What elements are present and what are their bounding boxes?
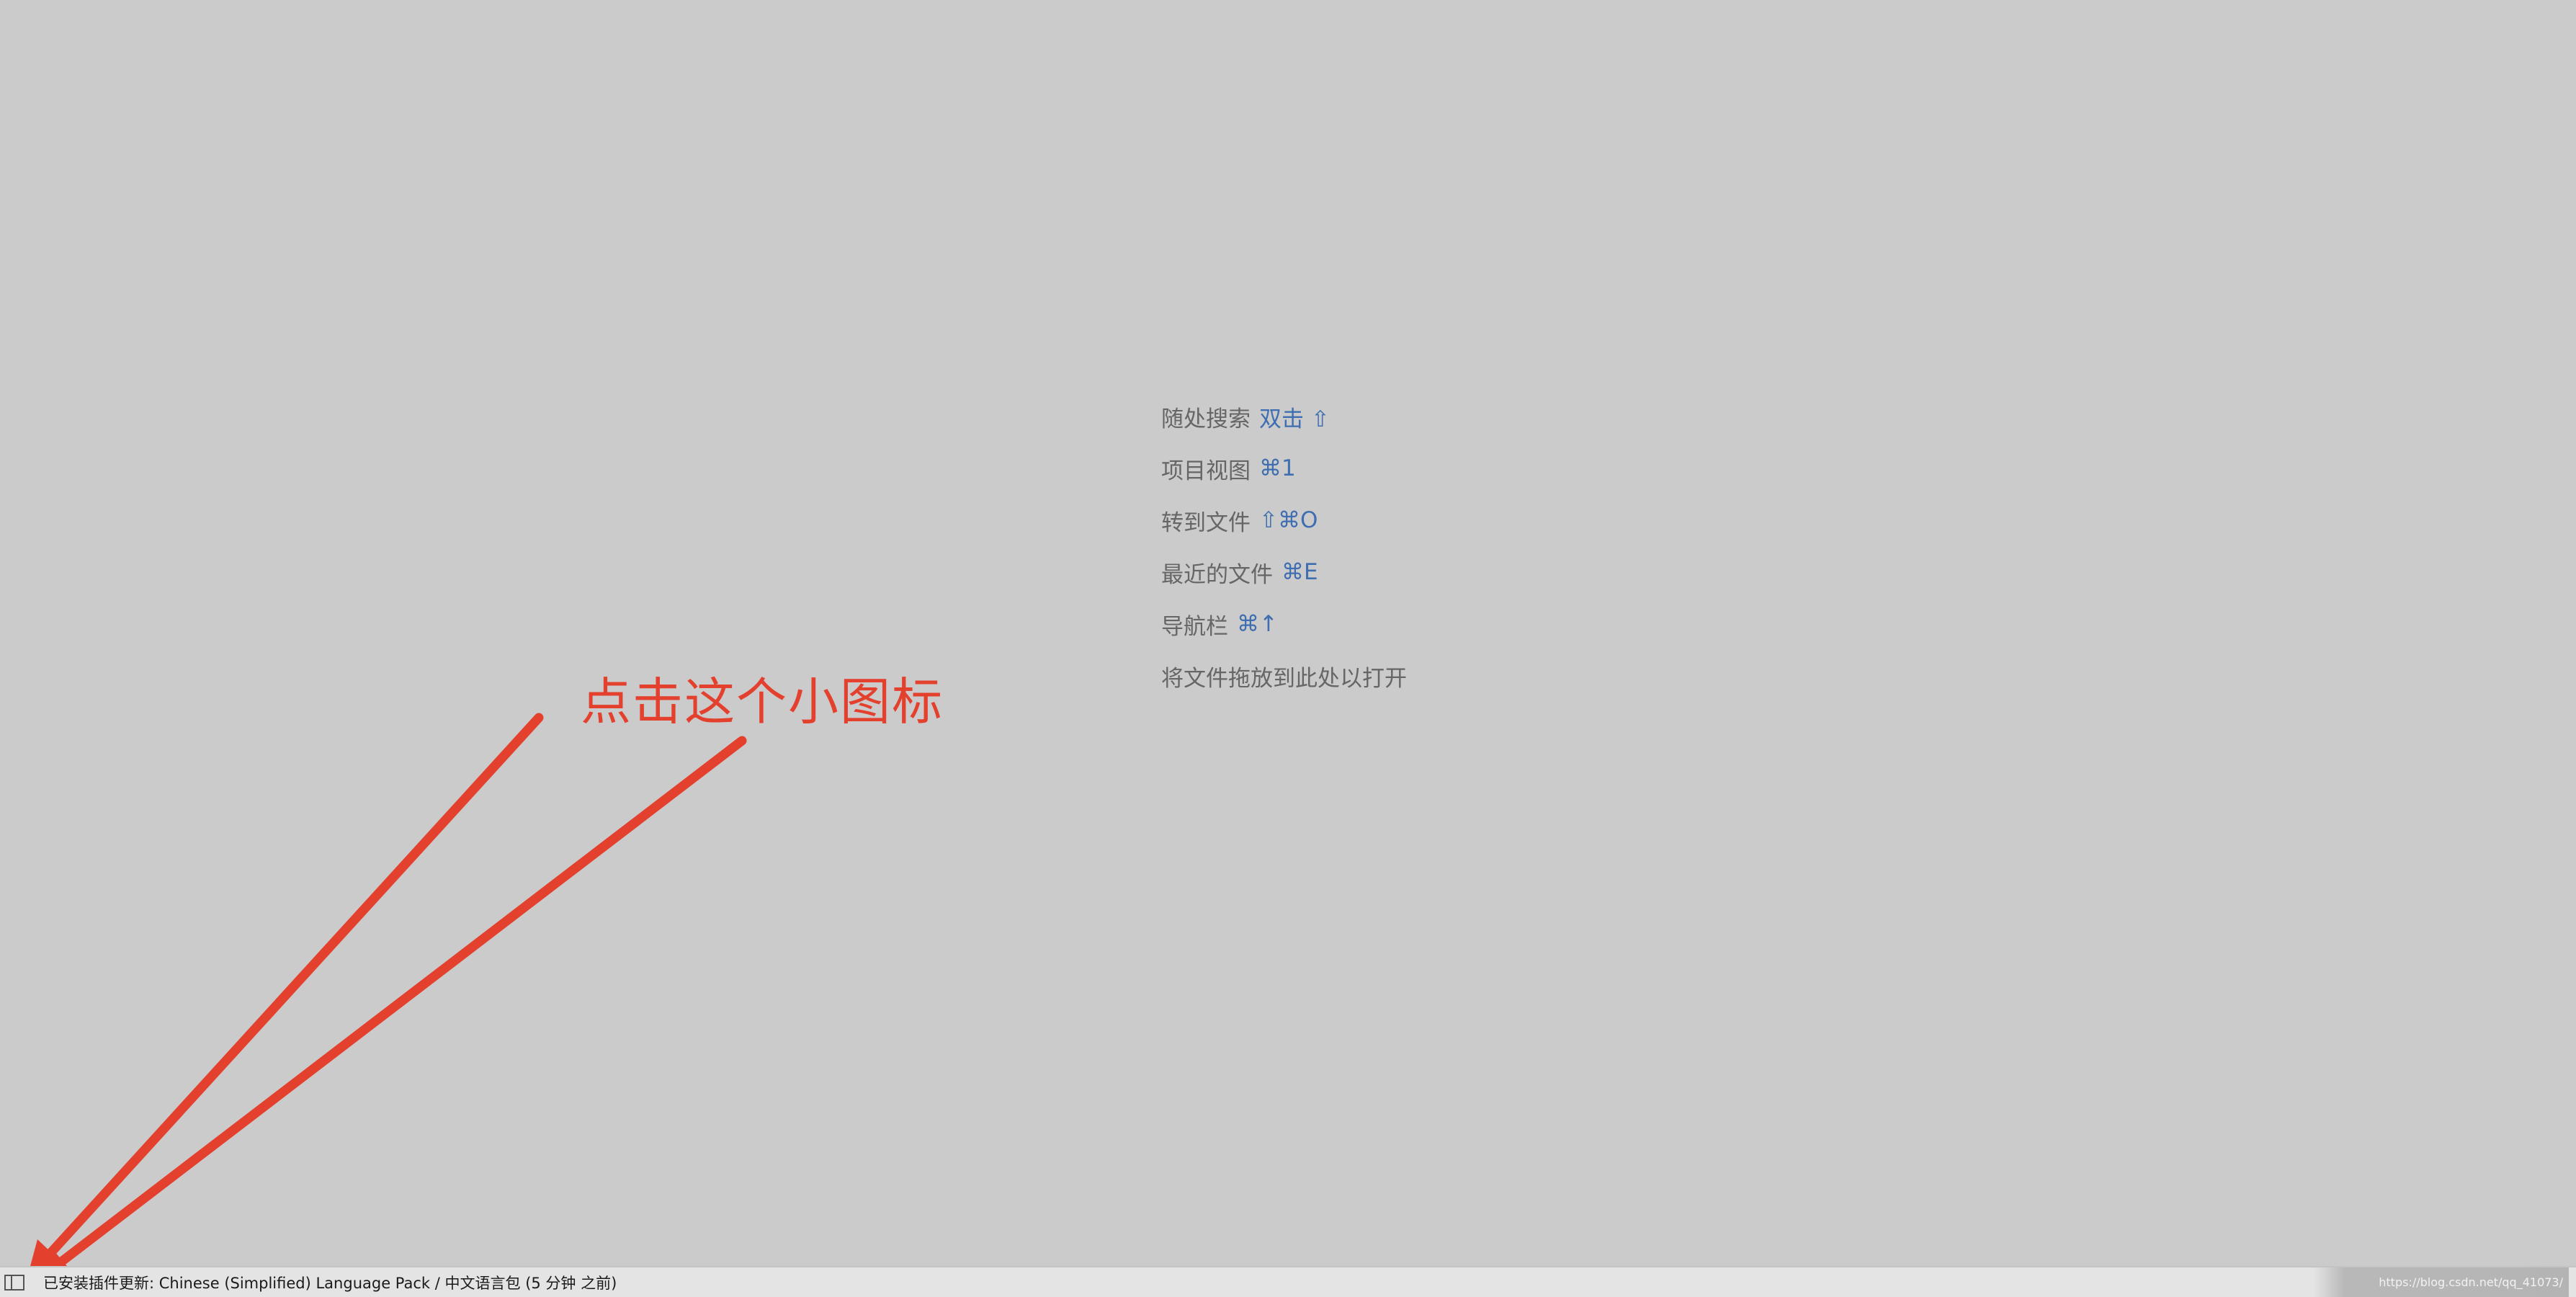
status-bar: 已安装插件更新: Chinese (Simplified) Language P…	[0, 1266, 2576, 1297]
status-message[interactable]: 已安装插件更新: Chinese (Simplified) Language P…	[43, 1272, 617, 1293]
hint-recent-files: 最近的文件 ⌘E	[1161, 546, 1407, 598]
hint-shortcut[interactable]: ⌘↑	[1237, 611, 1278, 637]
annotation-callout-text: 点击这个小图标	[581, 672, 944, 731]
hint-shortcut[interactable]: ⌘E	[1282, 559, 1318, 585]
editor-empty-area: 随处搜索 双击 ⇧ 项目视图 ⌘1 转到文件 ⇧⌘O 最近的文件 ⌘E 导航栏 …	[0, 0, 2576, 1266]
hint-shortcut[interactable]: 双击 ⇧	[1259, 401, 1330, 433]
hint-navigation-bar: 导航栏 ⌘↑	[1161, 598, 1407, 650]
hint-label: 将文件拖放到此处以打开	[1161, 665, 1407, 692]
hint-shortcut[interactable]: ⌘1	[1259, 455, 1296, 481]
panel-toggle-icon[interactable]	[4, 1274, 24, 1291]
hint-label: 随处搜索	[1161, 406, 1251, 432]
hint-label: 转到文件	[1161, 509, 1251, 536]
hint-label: 最近的文件	[1161, 561, 1273, 588]
watermark-text: https://blog.csdn.net/qq_41073/	[2314, 1267, 2569, 1297]
hint-search-everywhere: 随处搜索 双击 ⇧	[1161, 391, 1407, 442]
hint-project-view: 项目视图 ⌘1	[1161, 442, 1407, 494]
empty-editor-hints: 随处搜索 双击 ⇧ 项目视图 ⌘1 转到文件 ⇧⌘O 最近的文件 ⌘E 导航栏 …	[1161, 391, 1407, 702]
hint-label: 项目视图	[1161, 458, 1251, 484]
hint-go-to-file: 转到文件 ⇧⌘O	[1161, 494, 1407, 546]
hint-label: 导航栏	[1161, 613, 1228, 640]
hint-shortcut[interactable]: ⇧⌘O	[1259, 507, 1318, 533]
hint-drop-files: 将文件拖放到此处以打开	[1161, 650, 1407, 702]
